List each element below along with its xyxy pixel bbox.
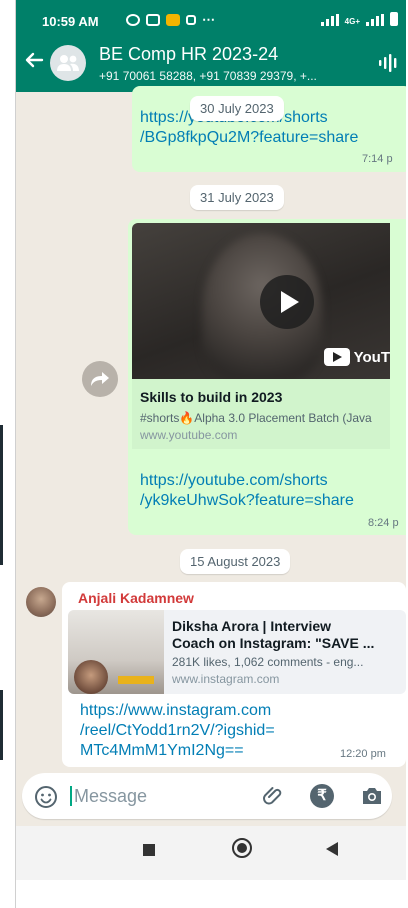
message-time: 12:20 pm (340, 748, 386, 760)
status-bar: 10:59 AM ⋯ 4G+ (16, 0, 406, 36)
message-bubble-outgoing[interactable]: YouT Skills to build in 2023 #shorts🔥Alp… (128, 219, 406, 535)
sender-avatar[interactable] (26, 587, 56, 617)
alarm-icon (126, 14, 140, 26)
preview-title: Skills to build in 2023 (140, 389, 283, 405)
text-cursor (70, 786, 72, 806)
image-caption-strip (118, 676, 154, 684)
link-line[interactable]: /BGp8fkpQu2M?feature=share (140, 128, 358, 148)
system-indicators: 4G+ (320, 12, 398, 26)
preview-description: #shorts🔥Alpha 3.0 Placement Batch (Java (140, 411, 372, 425)
triangle-back-icon[interactable] (326, 842, 338, 856)
emoji-icon[interactable] (34, 785, 58, 814)
edge-mark (0, 690, 3, 760)
camera-icon[interactable] (360, 785, 384, 812)
preview-title-line: Coach on Instagram: "SAVE ... (172, 635, 375, 651)
video-thumbnail[interactable]: YouT (132, 223, 390, 379)
link-line[interactable]: /yk9keUhwSok?feature=share (140, 491, 354, 511)
date-chip: 30 July 2023 (190, 96, 284, 121)
preview-title-line: Diksha Arora | Interview (172, 618, 332, 634)
link-line[interactable]: https://www.instagram.com (80, 701, 275, 721)
forward-icon[interactable] (82, 361, 118, 397)
chat-title[interactable]: BE Comp HR 2023-24 (99, 44, 278, 65)
sender-name[interactable]: Anjali Kadamnew (78, 590, 194, 606)
message-time: 8:24 p (368, 517, 399, 529)
date-chip: 15 August 2023 (180, 549, 291, 574)
paperclip-icon[interactable] (262, 784, 286, 813)
youtube-logo: YouT (323, 348, 390, 366)
youtube-wordmark: YouT (353, 348, 390, 366)
person-image (74, 660, 108, 694)
more-notifications-icon: ⋯ (202, 12, 216, 27)
message-composer[interactable]: Message ₹ (22, 773, 392, 819)
left-screen-edge (0, 0, 16, 908)
group-avatar-icon[interactable] (50, 45, 86, 81)
link-line[interactable]: https://youtube.com/shorts (140, 471, 354, 491)
square-icon[interactable] (143, 844, 155, 856)
network-type: 4G+ (344, 17, 360, 26)
battery-icon (390, 12, 398, 26)
signal-icon (320, 14, 339, 26)
link-line[interactable]: /reel/CtYodd1rn2V/?igshid= (80, 721, 275, 741)
arrow-left-icon[interactable] (24, 50, 44, 76)
whatsapp-screen: 10:59 AM ⋯ 4G+ BE Comp HR 2023-24 +91 70… (16, 0, 406, 880)
status-time: 10:59 AM (42, 14, 99, 29)
preview-domain: www.instagram.com (172, 672, 280, 686)
message-link[interactable]: https://www.instagram.com /reel/CtYodd1r… (80, 701, 275, 761)
preview-image (68, 610, 164, 694)
rupee-icon[interactable]: ₹ (310, 784, 334, 808)
message-time: 7:14 p (362, 153, 393, 165)
link-preview[interactable]: Diksha Arora | Interview Coach on Instag… (68, 610, 406, 694)
notification-icons: ⋯ (126, 12, 216, 28)
signal-icon-2 (366, 14, 384, 26)
audio-wave-icon[interactable] (378, 54, 400, 77)
link-line[interactable]: MTc4MmM1YmI2Ng== (80, 741, 275, 761)
system-navigation-bar (16, 826, 406, 880)
app-notification-icon (166, 14, 180, 26)
chat-header: 10:59 AM ⋯ 4G+ BE Comp HR 2023-24 +91 70… (16, 0, 406, 92)
play-icon[interactable] (260, 275, 314, 329)
home-circle-icon[interactable] (232, 838, 252, 858)
preview-title: Diksha Arora | Interview Coach on Instag… (172, 618, 374, 652)
edge-mark (0, 425, 3, 565)
message-link[interactable]: https://youtube.com/shorts /yk9keUhwSok?… (140, 471, 354, 511)
link-preview[interactable]: Skills to build in 2023 #shorts🔥Alpha 3.… (132, 379, 390, 449)
date-chip: 31 July 2023 (190, 185, 284, 210)
lock-icon (186, 15, 196, 25)
youtube-play-icon (323, 348, 350, 366)
message-input[interactable]: Message (74, 786, 147, 807)
message-bubble-incoming[interactable]: Anjali Kadamnew Diksha Arora | Interview… (62, 582, 406, 767)
preview-domain: www.youtube.com (140, 428, 238, 442)
message-icon (146, 14, 160, 26)
preview-description: 281K likes, 1,062 comments - eng... (172, 655, 364, 669)
chat-participants[interactable]: +91 70061 58288, +91 70839 29379, +... (99, 69, 317, 83)
